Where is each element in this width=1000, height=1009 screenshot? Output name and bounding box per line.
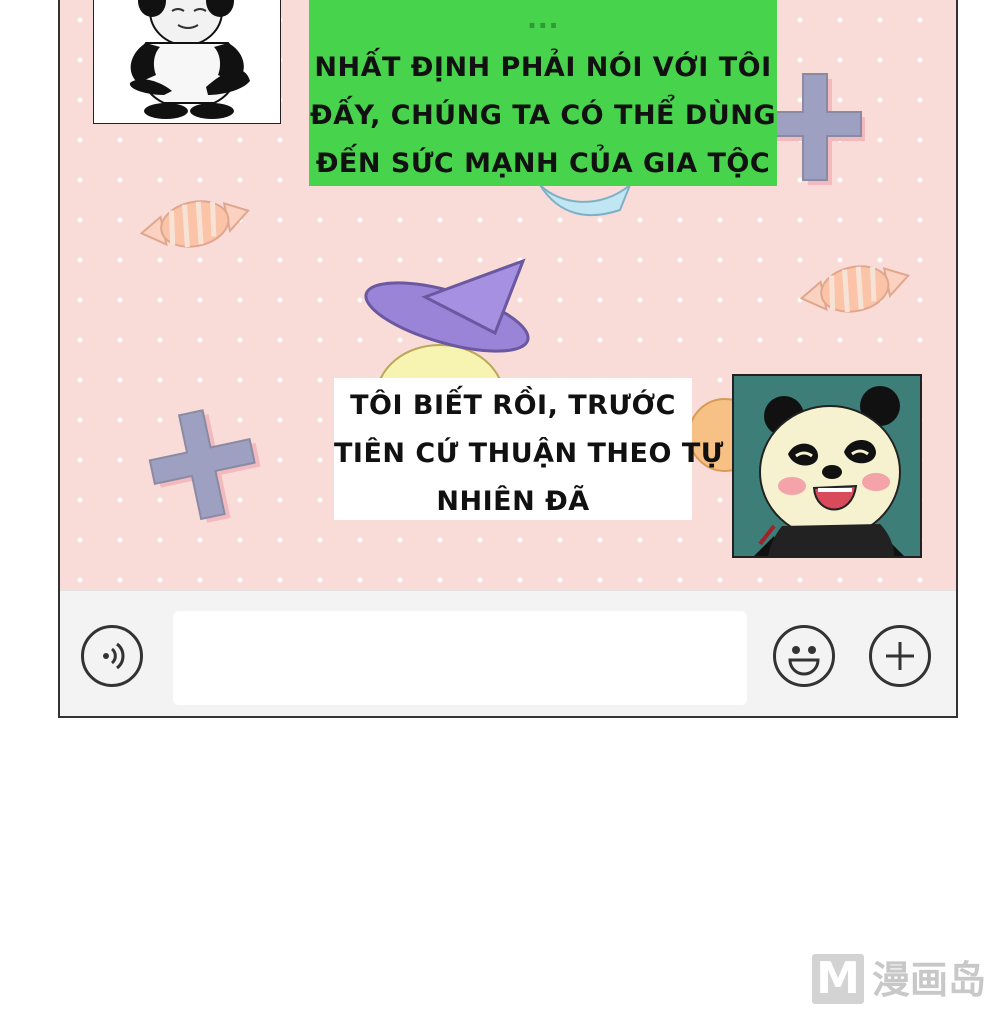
laughing-panda-image (734, 376, 920, 556)
candy-icon (799, 265, 910, 313)
chat-background: ... NHẤT ĐỊNH PHẢI NÓI VỚI TÔI ĐẤY, CHÚN… (60, 0, 956, 590)
panda-meme-image (129, 0, 250, 119)
voice-icon (103, 642, 125, 670)
cross-icon (768, 73, 865, 185)
message-input-bar (60, 590, 956, 716)
message-input[interactable] (173, 611, 747, 705)
message-line: ĐẾN SỨC MẠNH CỦA GIA TỘC (315, 148, 771, 179)
message-line: TIÊN CỨ THUẬN THEO TỰ (334, 438, 724, 469)
message-line: ... (526, 4, 560, 35)
chat-window: ... NHẤT ĐỊNH PHẢI NÓI VỚI TÔI ĐẤY, CHÚN… (58, 0, 958, 718)
sent-message-bubble[interactable]: ... NHẤT ĐỊNH PHẢI NÓI VỚI TÔI ĐẤY, CHÚN… (309, 0, 777, 186)
message-line: TÔI BIẾT RỒI, TRƯỚC (350, 390, 676, 421)
candy-icon (139, 200, 250, 248)
cross-icon (148, 409, 261, 523)
add-button[interactable] (869, 625, 931, 687)
received-message-bubble[interactable]: TÔI BIẾT RỒI, TRƯỚC TIÊN CỨ THUẬN THEO T… (334, 378, 724, 520)
laughing-panda-avatar[interactable] (732, 374, 922, 558)
watermark-logo: M 漫画岛 (812, 952, 1000, 1006)
emoji-icon (788, 646, 820, 676)
plus-icon (886, 642, 914, 670)
watermark-letter: M (816, 953, 860, 1004)
emoji-button[interactable] (773, 625, 835, 687)
message-line: NHẤT ĐỊNH PHẢI NÓI VỚI TÔI (314, 52, 772, 83)
message-line: ĐẤY, CHÚNG TA CÓ THỂ DÙNG (310, 100, 776, 131)
panda-meme-avatar[interactable] (93, 0, 281, 124)
watermark-text: 漫画岛 (872, 958, 987, 1002)
voice-button[interactable] (81, 625, 143, 687)
message-line: NHIÊN ĐÃ (436, 486, 590, 517)
